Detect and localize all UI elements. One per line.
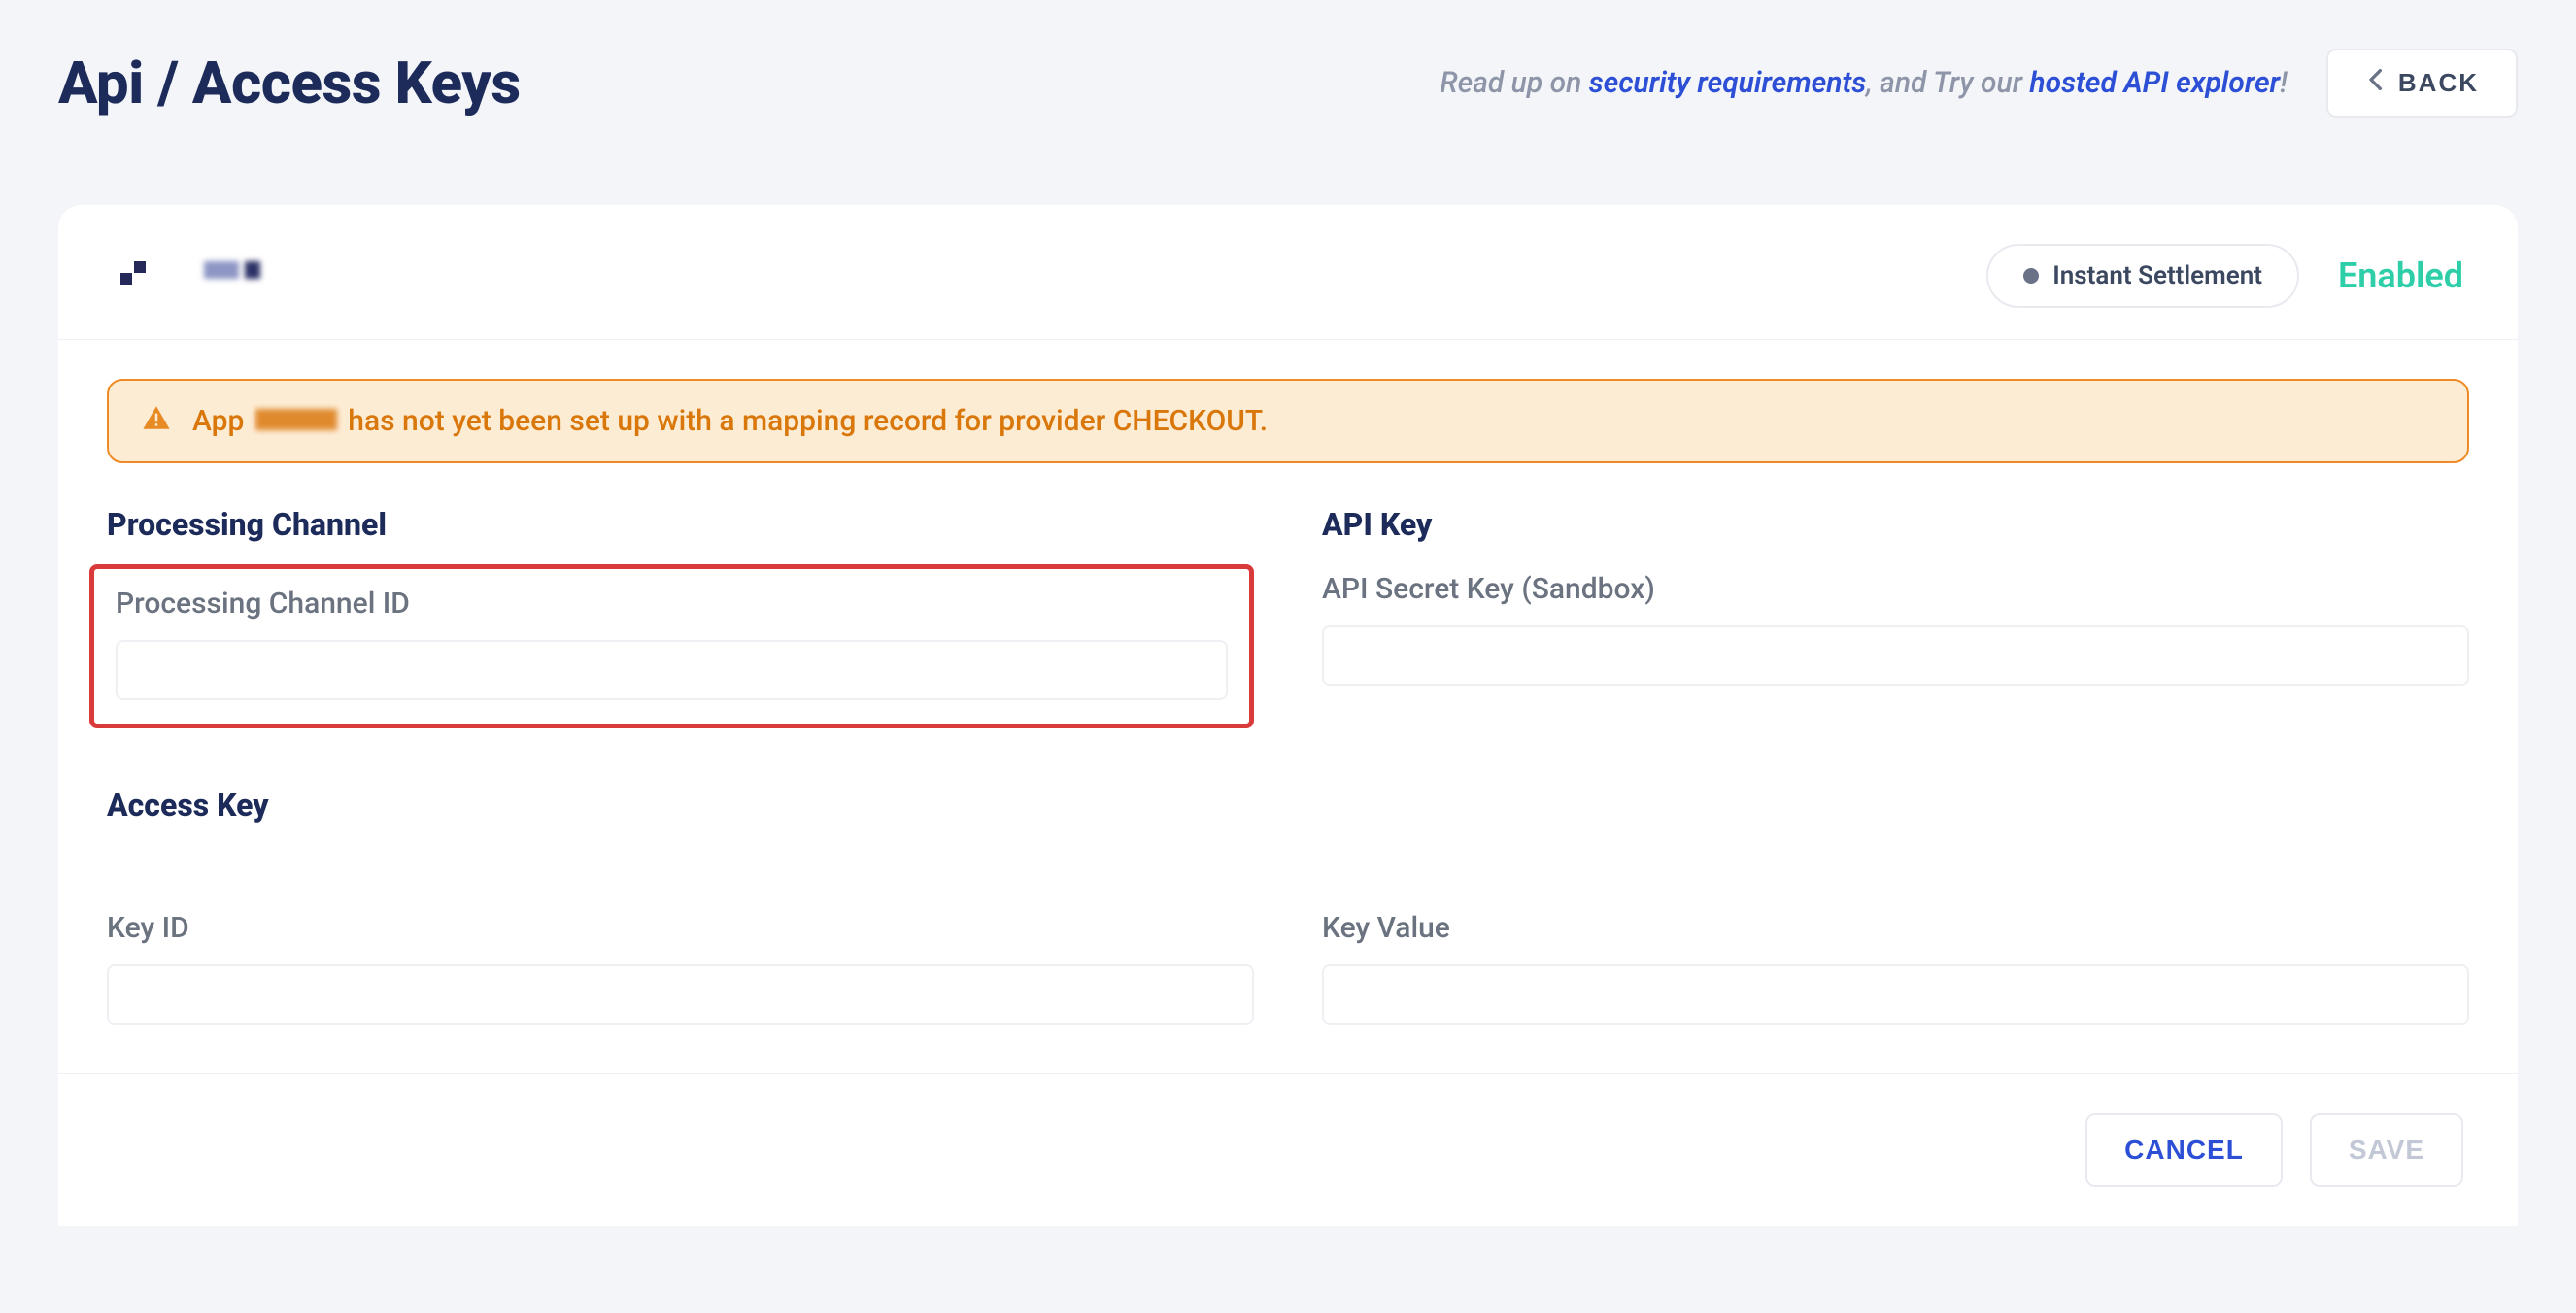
hosted-api-explorer-link[interactable]: hosted API explorer [2029,66,2280,100]
header-right: Read up on security requirements, and Tr… [1440,49,2518,118]
api-key-title: API Key [1322,506,2469,543]
alert-message: has not yet been set up with a mapping r… [348,404,1268,438]
processing-channel-id-input[interactable] [116,640,1228,700]
key-id-input[interactable] [107,964,1254,1025]
alert-prefix: App [192,404,244,438]
settlement-label: Instant Settlement [2052,261,2262,290]
main-card: Instant Settlement Enabled App has not y… [58,205,2518,1226]
card-footer: CANCEL SAVE [58,1073,2518,1226]
api-secret-key-input[interactable] [1322,625,2469,686]
processing-channel-highlight: Processing Channel ID [89,564,1254,728]
access-key-title: Access Key [107,787,2469,824]
hint-text: Read up on security requirements, and Tr… [1440,66,2288,100]
provider-logo [113,253,268,298]
alert-text: App has not yet been set up with a mappi… [192,404,1268,438]
instant-settlement-badge: Instant Settlement [1986,244,2299,308]
api-secret-key-label: API Secret Key (Sandbox) [1322,572,2469,606]
redacted-app-name [255,409,337,430]
cancel-button[interactable]: CANCEL [2085,1113,2283,1187]
warning-alert: App has not yet been set up with a mappi… [107,379,2469,463]
enabled-status: Enabled [2338,255,2463,296]
card-body: App has not yet been set up with a mappi… [58,340,2518,1073]
hint-mid: , and Try our [1866,66,2029,100]
security-requirements-link[interactable]: security requirements [1589,66,1867,100]
hint-prefix: Read up on [1440,66,1588,100]
key-value-field: Key Value [1322,911,2469,1025]
page-title: Api / Access Keys [58,49,521,118]
status-dot-icon [2023,268,2039,284]
key-value-label: Key Value [1322,911,2469,945]
back-label: BACK [2398,68,2479,98]
key-id-field: Key ID [107,911,1254,1025]
processing-channel-id-label: Processing Channel ID [116,587,1234,621]
form-sections: Processing Channel Processing Channel ID… [107,506,2469,1025]
save-button[interactable]: SAVE [2310,1113,2463,1187]
key-value-input[interactable] [1322,964,2469,1025]
hint-suffix: ! [2280,66,2288,100]
access-key-section: Access Key Key ID Key Value [107,787,2469,1025]
processing-channel-title: Processing Channel [107,506,1254,543]
page-header: Api / Access Keys Read up on security re… [0,0,2576,156]
api-key-section: API Key API Secret Key (Sandbox) [1322,506,2469,728]
card-head: Instant Settlement Enabled [58,205,2518,340]
warning-triangle-icon [142,404,171,438]
back-button[interactable]: BACK [2326,49,2518,118]
processing-channel-section: Processing Channel Processing Channel ID [107,506,1254,728]
chevron-left-icon [2365,68,2385,98]
key-id-label: Key ID [107,911,1254,945]
